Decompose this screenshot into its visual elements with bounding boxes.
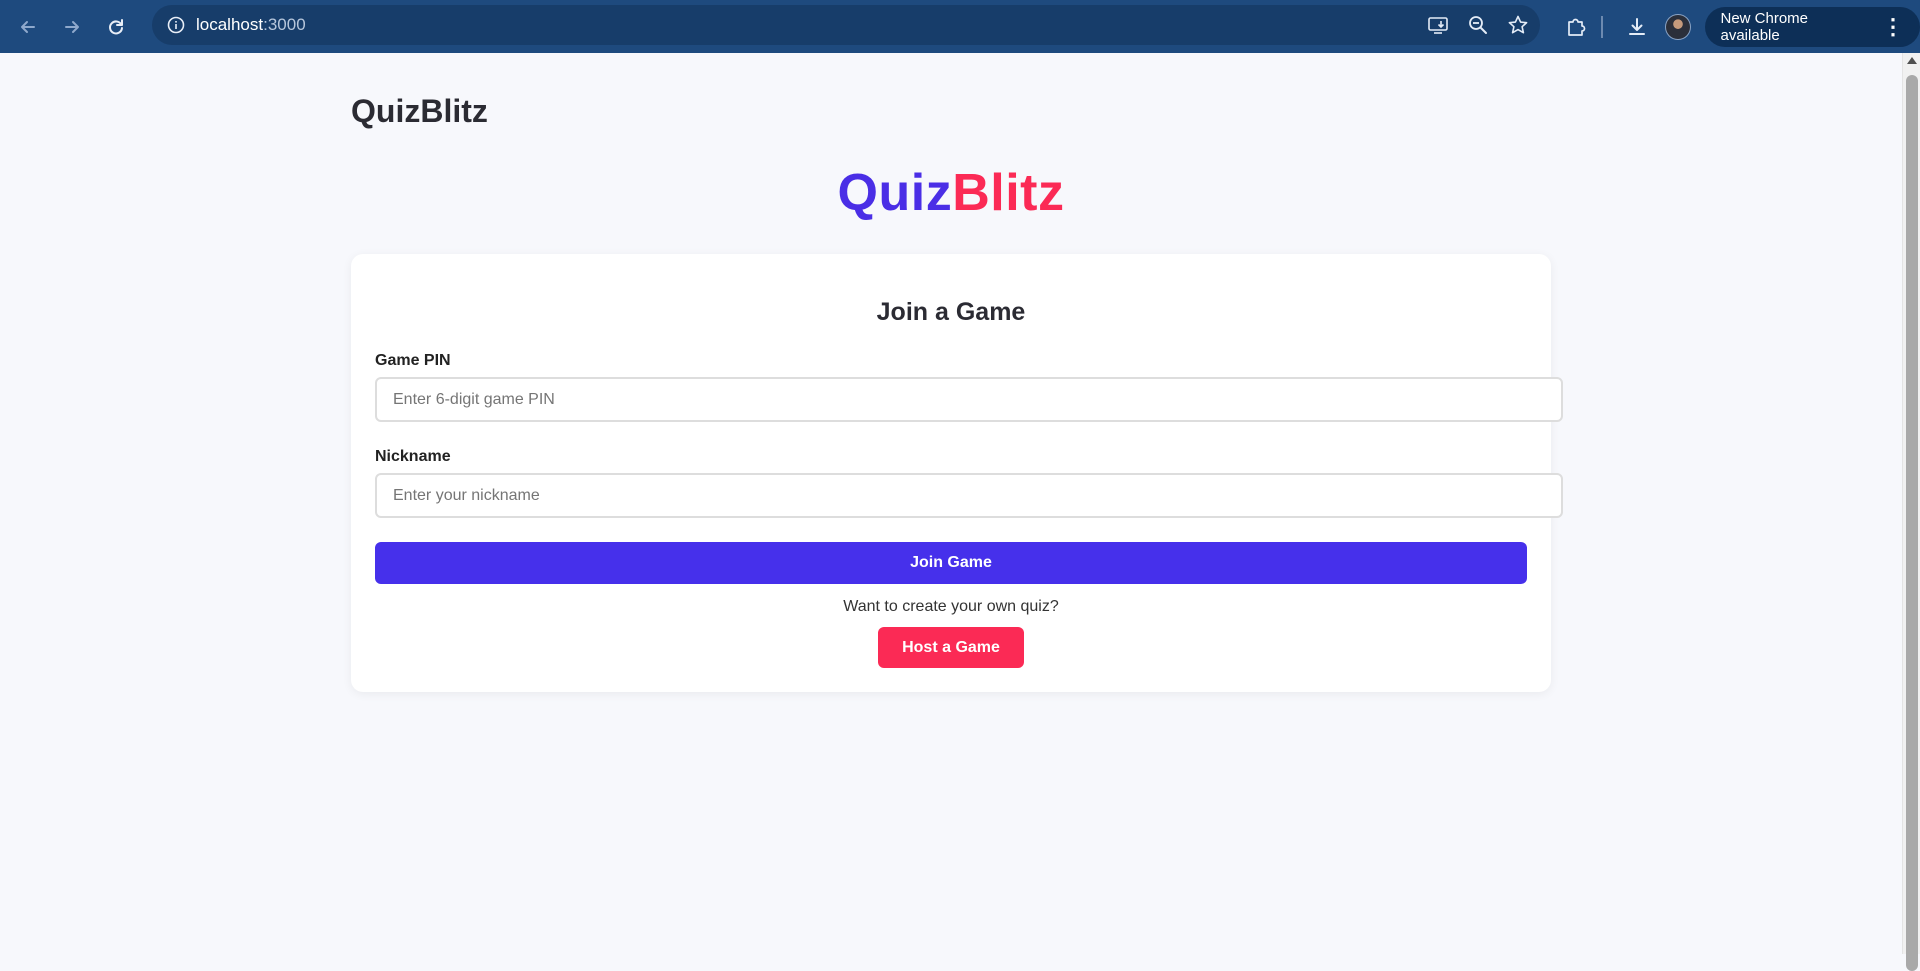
chrome-update-button[interactable]: New Chrome available ⋮ xyxy=(1705,7,1920,47)
site-info-button[interactable] xyxy=(156,5,196,45)
nickname-input[interactable] xyxy=(375,473,1563,518)
update-label: New Chrome available xyxy=(1721,10,1869,44)
logo-part-quiz: Quiz xyxy=(838,164,953,222)
arrow-left-icon xyxy=(18,17,38,37)
zoom-out-icon xyxy=(1467,14,1489,36)
page-scrollbar[interactable] xyxy=(1902,53,1920,954)
page-content: QuizBlitz QuizBlitz Join a Game Game PIN… xyxy=(0,53,1902,954)
reload-icon xyxy=(106,17,126,37)
back-button[interactable] xyxy=(6,0,50,53)
url-host: localhost xyxy=(196,15,263,34)
bookmark-button[interactable] xyxy=(1504,11,1532,39)
install-app-button[interactable] xyxy=(1424,11,1452,39)
toolbar-divider xyxy=(1601,16,1603,38)
address-bar[interactable]: localhost:3000 xyxy=(152,5,1540,45)
downloads-button[interactable] xyxy=(1623,13,1650,41)
download-icon xyxy=(1626,16,1648,38)
join-game-button[interactable]: Join Game xyxy=(375,542,1527,584)
profile-avatar[interactable] xyxy=(1665,14,1691,40)
reload-button[interactable] xyxy=(94,0,138,53)
omnibox-actions xyxy=(1424,5,1532,45)
scroll-up-arrow-icon[interactable] xyxy=(1907,57,1917,64)
join-game-card: Join a Game Game PIN Nickname Join Game … xyxy=(351,254,1551,692)
puzzle-icon xyxy=(1565,16,1587,38)
browser-toolbar: localhost:3000 xyxy=(0,0,1920,53)
logo: QuizBlitz xyxy=(0,163,1902,223)
info-icon xyxy=(167,16,185,34)
extensions-button[interactable] xyxy=(1562,13,1589,41)
install-app-icon xyxy=(1427,14,1449,36)
nickname-label: Nickname xyxy=(375,448,451,466)
logo-part-blitz: Blitz xyxy=(952,164,1064,222)
toolbar-right: New Chrome available ⋮ xyxy=(1552,0,1920,53)
scroll-thumb[interactable] xyxy=(1906,75,1918,971)
kebab-icon: ⋮ xyxy=(1882,16,1904,38)
star-icon xyxy=(1507,14,1529,36)
card-title: Join a Game xyxy=(351,298,1551,327)
game-pin-input[interactable] xyxy=(375,377,1563,422)
url-text[interactable]: localhost:3000 xyxy=(196,15,306,35)
site-title: QuizBlitz xyxy=(351,93,488,130)
forward-button[interactable] xyxy=(50,0,94,53)
host-game-button[interactable]: Host a Game xyxy=(878,627,1024,668)
host-prompt: Want to create your own quiz? xyxy=(351,598,1551,616)
url-port: :3000 xyxy=(263,15,306,34)
zoom-button[interactable] xyxy=(1464,11,1492,39)
arrow-right-icon xyxy=(62,17,82,37)
game-pin-label: Game PIN xyxy=(375,352,451,370)
